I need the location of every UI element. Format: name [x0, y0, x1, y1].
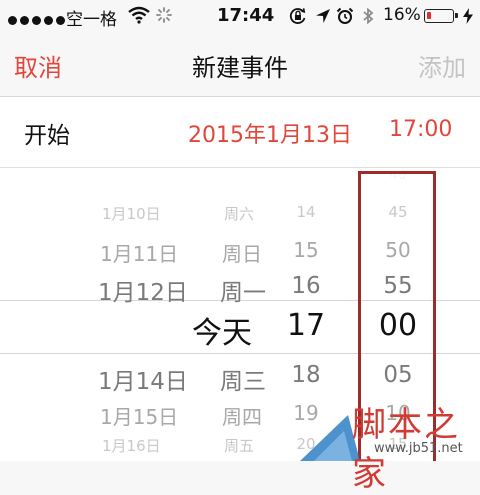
battery-percent: 16%	[383, 5, 421, 25]
page-title: 新建事件	[192, 54, 288, 82]
rotation-lock-icon	[289, 8, 306, 24]
status-bar: 空一格 17:44 16%	[0, 0, 480, 32]
location-arrow-icon	[316, 9, 330, 23]
watermark-url: www.jb51.net	[374, 441, 463, 456]
activity-spinner-icon	[156, 7, 172, 23]
picker-weekday-item[interactable]: 周日	[222, 238, 262, 267]
picker-date-item[interactable]: 1月14日	[98, 362, 188, 396]
picker-weekday-item[interactable]: 周一	[220, 273, 266, 307]
signal-dots-icon	[8, 10, 68, 29]
bluetooth-icon	[363, 7, 374, 25]
picker-hour-item[interactable]: 16	[266, 273, 346, 299]
picker-weekday-item[interactable]: 周四	[222, 401, 262, 430]
status-time: 17:44	[217, 5, 275, 26]
watermark-logo-icon	[300, 415, 360, 461]
picker-date-item[interactable]: 1月16日	[102, 435, 161, 456]
alarm-icon	[336, 7, 354, 24]
picker-weekday-item[interactable]: 周五	[224, 435, 254, 456]
start-time-value[interactable]: 17:00	[389, 117, 452, 142]
wifi-icon	[128, 6, 150, 24]
picker-hour-item[interactable]: 17	[266, 308, 346, 343]
picker-hour-item[interactable]: 18	[266, 362, 346, 388]
picker-date-item[interactable]: 1月15日	[100, 401, 178, 430]
picker-weekday-item[interactable]: 周三	[220, 362, 266, 396]
picker-hour-item[interactable]: 15	[266, 238, 346, 262]
start-label: 开始	[24, 123, 70, 149]
add-button[interactable]: 添加	[418, 48, 466, 83]
start-row[interactable]: 开始 2015年1月13日 17:00	[0, 97, 480, 168]
start-date-value[interactable]: 2015年1月13日	[188, 117, 352, 149]
battery-icon	[424, 9, 458, 23]
picker-date-item[interactable]: 1月12日	[98, 273, 188, 307]
charging-bolt-icon	[463, 8, 473, 24]
carrier-name: 空一格	[66, 10, 117, 30]
navigation-bar: 取消 新建事件 添加	[0, 32, 480, 97]
picker-date-today[interactable]: 今天	[192, 308, 252, 352]
picker-date-item[interactable]: 1月11日	[100, 238, 178, 267]
watermark: 脚本之家 www.jb51.net	[300, 395, 480, 494]
